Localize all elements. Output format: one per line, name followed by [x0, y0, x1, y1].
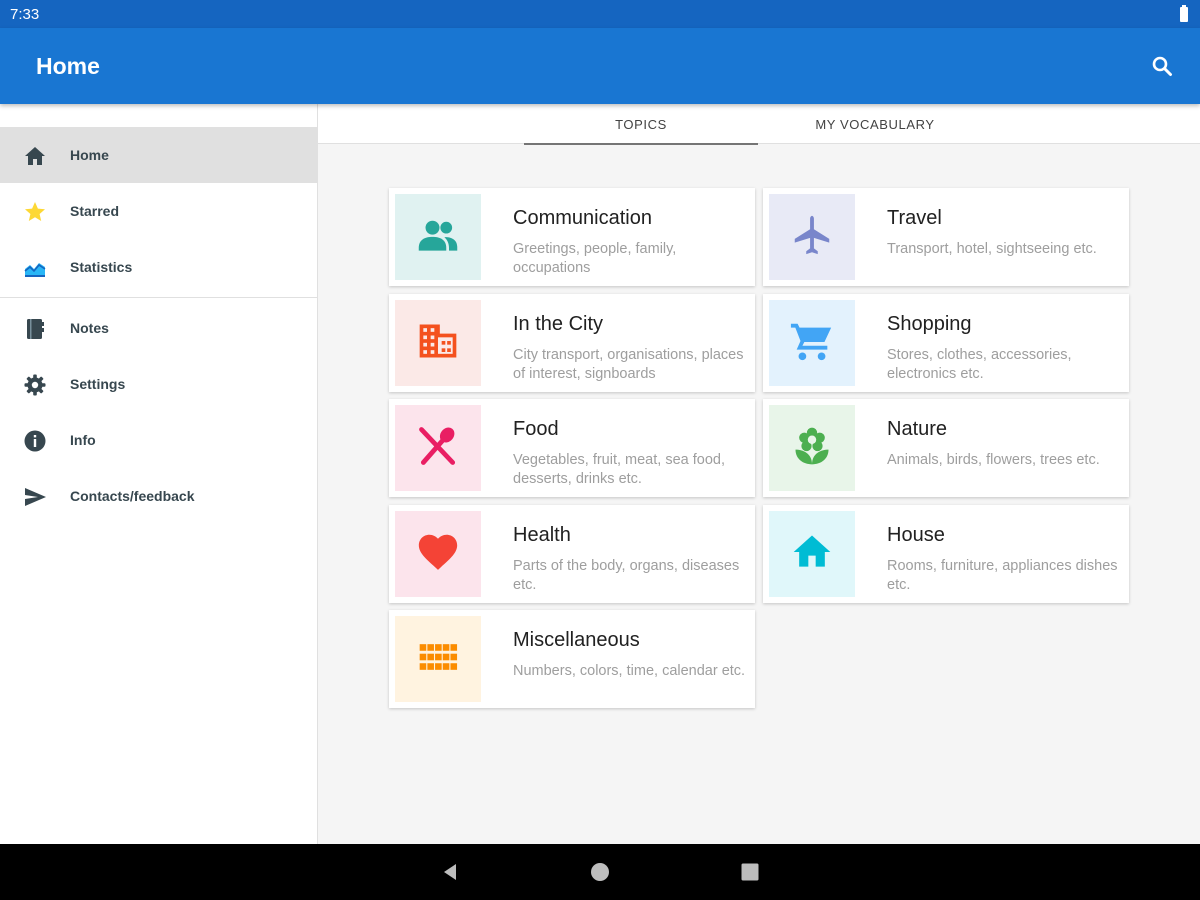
drawer-divider: [0, 297, 317, 298]
drawer-item-home[interactable]: Home: [0, 127, 317, 183]
gear-icon: [22, 372, 48, 398]
drawer-item-label: Home: [70, 147, 109, 163]
topic-tile: [395, 300, 481, 386]
recents-icon[interactable]: [738, 860, 762, 884]
home-circle-icon[interactable]: [588, 860, 612, 884]
drawer-item-settings[interactable]: Settings: [0, 356, 317, 412]
flower-icon: [790, 424, 834, 473]
topic-tile: [395, 511, 481, 597]
topic-card-house[interactable]: House Rooms, furniture, appliances dishe…: [763, 505, 1129, 603]
info-icon: [22, 428, 48, 454]
topic-card-miscellaneous[interactable]: Miscellaneous Numbers, colors, time, cal…: [389, 610, 755, 708]
topic-description: Animals, birds, flowers, trees etc.: [887, 452, 1100, 468]
topic-description: Numbers, colors, time, calendar etc.: [513, 663, 746, 679]
topic-description: Parts of the body, organs, diseases etc.: [513, 558, 740, 593]
topic-title: Health: [513, 524, 571, 546]
search-icon[interactable]: [1146, 50, 1178, 82]
tab-bar: TOPICS MY VOCABULARY: [318, 104, 1200, 145]
tab-my-vocabulary[interactable]: MY VOCABULARY: [758, 104, 992, 144]
topic-card-travel[interactable]: Travel Transport, hotel, sightseeing etc…: [763, 188, 1129, 286]
people-icon: [416, 213, 460, 262]
grid-icon: [416, 635, 460, 684]
star-icon: [22, 199, 48, 225]
drawer-item-info[interactable]: Info: [0, 412, 317, 468]
page-title: Home: [36, 53, 100, 79]
airplane-icon: [789, 212, 835, 263]
drawer-item-starred[interactable]: Starred: [0, 183, 317, 239]
topic-description: Rooms, furniture, appliances dishes etc.: [887, 558, 1118, 593]
drawer-item-label: Statistics: [70, 259, 133, 275]
house-icon: [790, 530, 834, 579]
tab-topics[interactable]: TOPICS: [524, 104, 758, 145]
building-icon: [416, 319, 460, 368]
drawer-item-notes[interactable]: Notes: [0, 300, 317, 356]
topic-title: Food: [513, 418, 559, 440]
status-time: 7:33: [10, 6, 40, 23]
battery-icon: [1180, 5, 1188, 22]
topic-title: Travel: [887, 207, 942, 229]
chart-icon: [22, 255, 48, 281]
topic-card-food[interactable]: Food Vegetables, fruit, meat, sea food, …: [389, 399, 755, 497]
topic-tile: [395, 616, 481, 702]
back-icon[interactable]: [438, 860, 462, 884]
app-bar: Home: [0, 28, 1200, 104]
topic-tile: [769, 194, 855, 280]
topic-card-health[interactable]: Health Parts of the body, organs, diseas…: [389, 505, 755, 603]
heart-icon: [415, 529, 461, 580]
send-icon: [22, 484, 48, 510]
drawer-item-label: Contacts/feedback: [70, 488, 195, 504]
topic-title: House: [887, 524, 945, 546]
topic-description: Transport, hotel, sightseeing etc.: [887, 241, 1097, 257]
drawer-item-contacts[interactable]: Contacts/feedback: [0, 468, 317, 524]
topic-card-shopping[interactable]: Shopping Stores, clothes, accessories, e…: [763, 294, 1129, 392]
drawer-item-statistics[interactable]: Statistics: [0, 239, 317, 295]
topic-title: Shopping: [887, 313, 972, 335]
topic-tile: [395, 405, 481, 491]
status-bar: 7:33: [0, 0, 1200, 28]
cart-icon: [789, 318, 835, 369]
topic-title: In the City: [513, 313, 604, 335]
drawer-item-label: Info: [70, 432, 96, 448]
topic-description: Vegetables, fruit, meat, sea food, desse…: [513, 452, 725, 487]
topic-title: Miscellaneous: [513, 629, 640, 651]
topic-description: Greetings, people, family, occupations: [513, 241, 677, 276]
topic-card-communication[interactable]: Communication Greetings, people, family,…: [389, 188, 755, 286]
topic-tile: [395, 194, 481, 280]
topic-tile: [769, 405, 855, 491]
topic-description: City transport, organisations, places of…: [513, 347, 744, 382]
drawer-item-label: Settings: [70, 376, 126, 392]
topic-title: Nature: [887, 418, 948, 440]
topic-title: Communication: [513, 207, 652, 229]
home-icon: [22, 143, 48, 169]
topic-card-nature[interactable]: Nature Animals, birds, flowers, trees et…: [763, 399, 1129, 497]
topic-tile: [769, 511, 855, 597]
notebook-icon: [22, 316, 48, 342]
navigation-drawer: Home Starred Statistics Notes Settings I…: [0, 104, 318, 844]
system-nav-bar: [0, 844, 1200, 900]
topic-tile: [769, 300, 855, 386]
topic-card-in-the-city[interactable]: In the City City transport, organisation…: [389, 294, 755, 392]
utensils-icon: [416, 424, 460, 473]
drawer-item-label: Notes: [70, 320, 109, 336]
drawer-item-label: Starred: [70, 203, 120, 219]
topic-description: Stores, clothes, accessories, electronic…: [887, 347, 1072, 382]
